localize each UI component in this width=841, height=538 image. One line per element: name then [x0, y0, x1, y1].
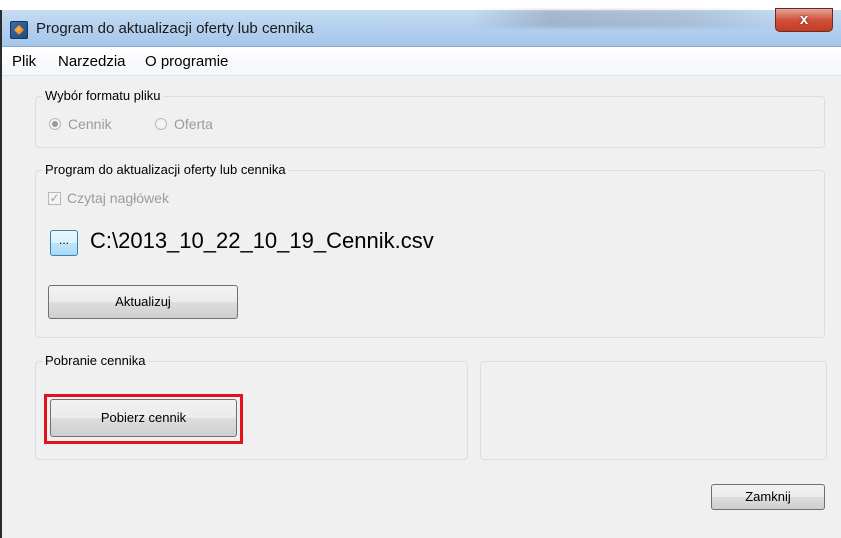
blurred-background-area — [472, 10, 782, 28]
menu-item-o-programie[interactable]: O programie — [145, 53, 228, 70]
cennik-radio[interactable] — [49, 118, 61, 130]
format-group-legend: Wybór formatu pliku — [42, 88, 164, 103]
browse-file-button[interactable]: ... — [50, 230, 78, 256]
oferta-radio[interactable] — [155, 118, 167, 130]
read-header-label: Czytaj nagłówek — [67, 190, 169, 206]
format-groupbox: Wybór formatu pliku — [35, 88, 825, 148]
menu-bar: Plik Narzedzia O programie — [2, 47, 841, 76]
download-group-legend: Pobranie cennika — [42, 353, 149, 368]
screenshot: Program do aktualizacji oferty lub cenni… — [0, 0, 841, 538]
menu-item-plik[interactable]: Plik — [12, 53, 36, 70]
app-icon — [10, 21, 28, 39]
file-path-label: C:\2013_10_22_10_19_Cennik.csv — [90, 228, 434, 253]
close-button[interactable]: Zamknij — [711, 484, 825, 510]
window-title: Program do aktualizacji oferty lub cenni… — [36, 20, 314, 37]
title-bar: Program do aktualizacji oferty lub cenni… — [2, 8, 841, 47]
highlight-box — [44, 394, 243, 444]
cennik-radio-label: Cennik — [68, 116, 112, 132]
update-group-legend: Program do aktualizacji oferty lub cenni… — [42, 162, 289, 177]
empty-panel — [480, 361, 827, 460]
app-window: Program do aktualizacji oferty lub cenni… — [0, 8, 841, 538]
update-button[interactable]: Aktualizuj — [48, 285, 238, 319]
menu-item-narzedzia[interactable]: Narzedzia — [58, 53, 126, 70]
read-header-checkbox[interactable]: ✓ — [48, 192, 61, 205]
oferta-radio-label: Oferta — [174, 116, 213, 132]
close-window-button[interactable]: x — [775, 8, 833, 32]
